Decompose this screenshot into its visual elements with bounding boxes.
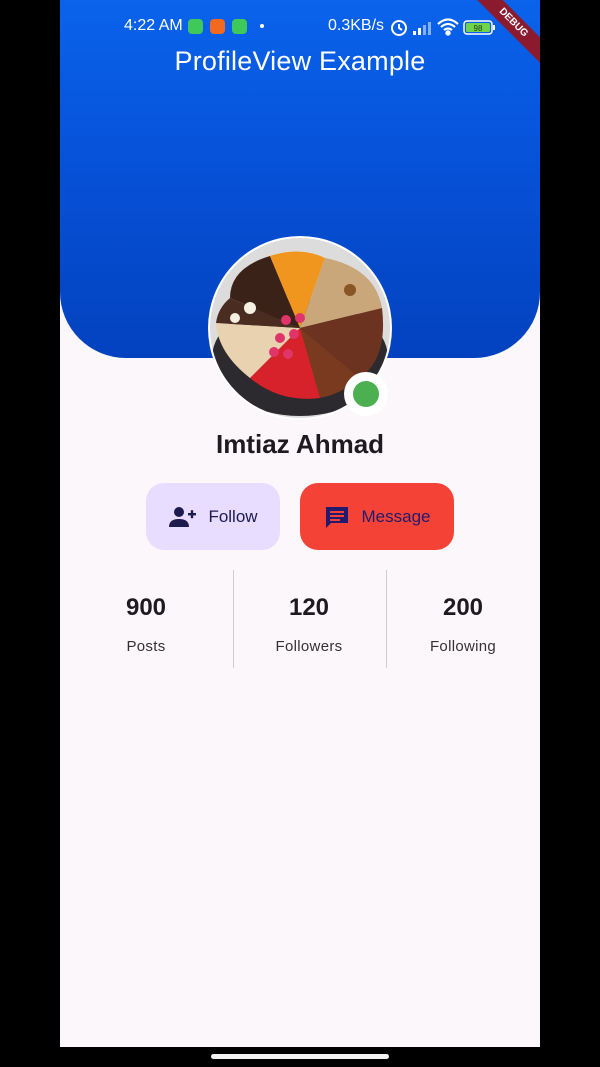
profile-stats: 900 Posts 120 Followers 200 Following: [60, 570, 540, 668]
more-notifications-dot: [260, 24, 264, 28]
network-speed: 0.3KB/s: [328, 17, 385, 34]
video-app-icon: [210, 19, 225, 34]
signal-icon: [413, 22, 431, 35]
battery-icon: 98: [463, 20, 495, 35]
battery-level: 98: [474, 24, 483, 33]
chat-bubble-icon: [325, 506, 348, 528]
whatsapp-icon: [188, 19, 203, 34]
follow-button[interactable]: Follow: [146, 483, 280, 550]
online-status-indicator: [344, 372, 388, 416]
profile-name: Imtiaz Ahmad: [215, 429, 385, 459]
home-indicator[interactable]: [211, 1054, 389, 1059]
notification-icons: [188, 19, 247, 34]
follow-label: Follow: [208, 506, 258, 526]
app-screen: 4:22 AM 0.3KB/s 98 ProfileView Example D…: [60, 0, 540, 1047]
stat-label: Posts: [126, 638, 166, 655]
stat-followers[interactable]: 120 Followers: [233, 570, 385, 668]
stat-value: 200: [442, 594, 484, 621]
app-bar-title: ProfileView Example: [174, 46, 426, 76]
stat-label: Followers: [275, 638, 343, 655]
stat-value: 900: [125, 594, 167, 621]
stat-posts[interactable]: 900 Posts: [70, 570, 222, 668]
status-time: 4:22 AM: [124, 17, 183, 34]
message-label: Message: [361, 506, 431, 526]
stat-value: 120: [288, 594, 330, 621]
stat-following[interactable]: 200 Following: [387, 570, 539, 668]
message-button[interactable]: Message: [300, 483, 454, 550]
status-bar: 4:22 AM 0.3KB/s 98: [60, 0, 540, 52]
system-icons: 98: [391, 18, 495, 36]
person-add-icon: [169, 506, 197, 527]
whatsapp-business-icon: [232, 19, 247, 34]
alarm-icon: [391, 20, 407, 36]
wifi-icon: [437, 18, 459, 36]
stat-label: Following: [429, 638, 497, 655]
